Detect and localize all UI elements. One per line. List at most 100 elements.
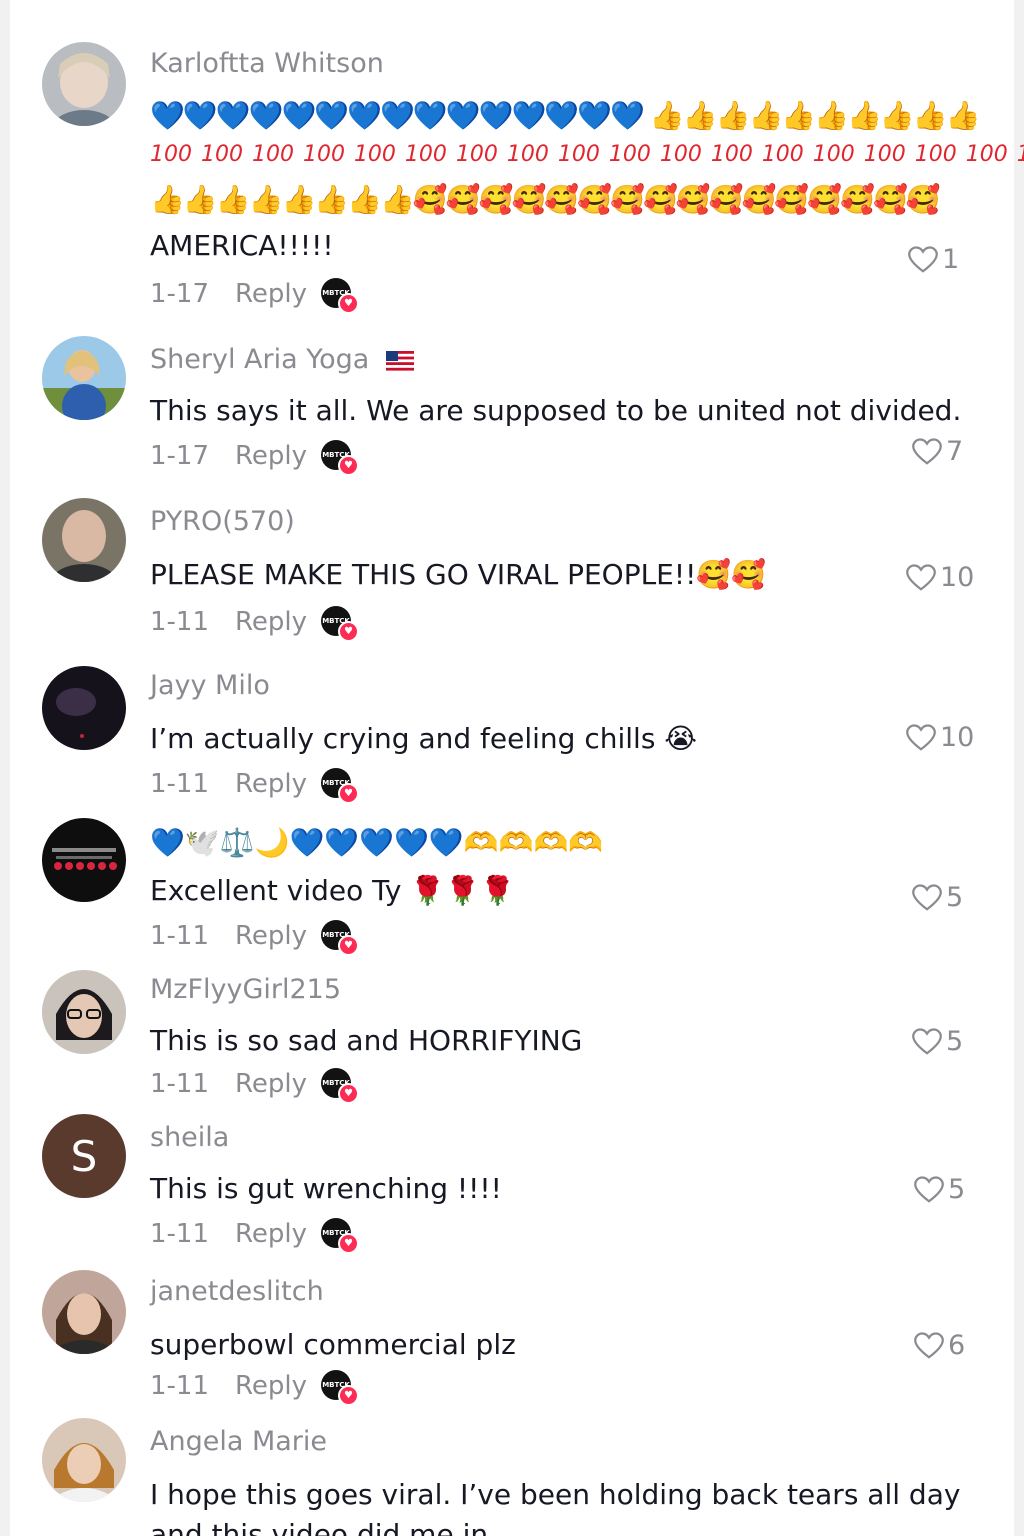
comment-meta: 1-11 Reply MBTCK ♥: [150, 768, 360, 804]
comment-username[interactable]: Jayy Milo: [150, 670, 270, 701]
comment-username[interactable]: Angela Marie: [150, 1426, 327, 1457]
reply-button[interactable]: Reply: [235, 921, 307, 951]
like-count: 5: [948, 1174, 966, 1205]
avatar-woman-photo-icon: [42, 1270, 126, 1354]
reply-button[interactable]: Reply: [235, 769, 307, 799]
avatar[interactable]: [42, 1270, 126, 1354]
like-button[interactable]: 7: [912, 436, 963, 467]
heart-icon: ♥: [338, 455, 360, 476]
comment-meta: 1-17 Reply MBTCK ♥: [150, 278, 360, 314]
avatar[interactable]: [42, 336, 126, 420]
reply-button[interactable]: Reply: [235, 1371, 307, 1401]
comment-username[interactable]: janetdeslitch: [150, 1276, 324, 1307]
comment-meta: 1-11 Reply MBTCK ♥: [150, 606, 360, 642]
heart-icon: ♥: [338, 1233, 360, 1254]
comment-date: 1-17: [150, 279, 210, 309]
like-button[interactable]: 5: [914, 1174, 965, 1205]
avatar-dark-photo-icon: [42, 666, 126, 750]
reply-button[interactable]: Reply: [235, 279, 307, 309]
like-button[interactable]: 5: [912, 1026, 963, 1057]
heart-outline-icon: [906, 563, 936, 591]
like-count: 1: [942, 244, 960, 275]
comment-text: superbowl commercial plz: [150, 1328, 516, 1361]
comment-username[interactable]: 💙🕊️⚖️🌙💙💙💙💙💙🫶🫶🫶🫶: [150, 826, 603, 860]
heart-icon: ♥: [338, 293, 360, 314]
heart-outline-icon: [914, 1331, 944, 1359]
comment-username[interactable]: sheila: [150, 1122, 229, 1153]
reply-button[interactable]: Reply: [235, 1069, 307, 1099]
like-count: 10: [940, 722, 975, 753]
like-count: 10: [940, 562, 975, 593]
creator-liked-badge: MBTCK ♥: [321, 1218, 360, 1254]
comment-text: This is gut wrenching !!!!: [150, 1172, 502, 1205]
like-button[interactable]: 10: [906, 722, 974, 753]
like-button[interactable]: 5: [912, 882, 963, 913]
comment-text: PLEASE MAKE THIS GO VIRAL PEOPLE!!🥰🥰: [150, 558, 767, 591]
creator-liked-badge: MBTCK ♥: [321, 1370, 360, 1406]
heart-icon: ♥: [338, 783, 360, 804]
avatar[interactable]: [42, 818, 126, 902]
comment-meta: 1-11 Reply MBTCK ♥: [150, 1370, 360, 1406]
heart-icon: ♥: [338, 1083, 360, 1104]
comment-text: I’m actually crying and feeling chills 😭: [150, 722, 698, 755]
comment-emoji-line: 👍👍👍👍👍👍👍👍🥰🥰🥰🥰🥰🥰🥰🥰🥰🥰🥰🥰🥰🥰🥰🥰: [150, 183, 941, 216]
heart-icon: ♥: [338, 935, 360, 956]
avatar-man-photo-icon: [42, 498, 126, 582]
comment-date: 1-11: [150, 769, 210, 799]
like-count: 5: [946, 882, 964, 913]
comment-date: 1-11: [150, 1069, 210, 1099]
creator-liked-badge: MBTCK ♥: [321, 606, 360, 642]
heart-outline-icon: [912, 883, 942, 911]
heart-outline-icon: [912, 437, 942, 465]
left-edge: [0, 0, 10, 1536]
reply-button[interactable]: Reply: [235, 441, 307, 471]
heart-icon: ♥: [338, 621, 360, 642]
creator-liked-badge: MBTCK ♥: [321, 768, 360, 804]
comment-text: This says it all. We are supposed to be …: [150, 394, 962, 427]
reply-button[interactable]: Reply: [235, 1219, 307, 1249]
heart-outline-icon: [908, 245, 938, 273]
avatar[interactable]: [42, 42, 126, 126]
comments-screen: Karloftta Whitson 💙💙💙💙💙💙💙💙💙💙💙💙💙💙💙 👍👍👍👍👍👍…: [0, 0, 1024, 1536]
like-count: 7: [946, 436, 964, 467]
comment-text: This is so sad and HORRIFYING: [150, 1024, 583, 1057]
heart-outline-icon: [912, 1027, 942, 1055]
creator-liked-badge: MBTCK ♥: [321, 440, 360, 476]
creator-liked-badge: MBTCK ♥: [321, 1068, 360, 1104]
reply-button[interactable]: Reply: [235, 607, 307, 637]
creator-liked-badge: MBTCK ♥: [321, 278, 360, 314]
comment-text-continued: and this video did me in: [150, 1518, 489, 1536]
avatar[interactable]: [42, 1418, 126, 1502]
comment-text: Excellent video Ty 🌹🌹🌹: [150, 874, 515, 907]
like-button[interactable]: 1: [908, 244, 959, 275]
avatar-woman-photo-icon: [42, 1418, 126, 1502]
comment-username[interactable]: PYRO(570): [150, 506, 295, 537]
avatar-woman-photo-icon: [42, 336, 126, 420]
username-text: Sheryl Aria Yoga: [150, 344, 370, 375]
comment-date: 1-11: [150, 921, 210, 951]
comment-date: 1-11: [150, 607, 210, 637]
comment-text: AMERICA!!!!!: [150, 229, 334, 262]
comment-meta: 1-17 Reply MBTCK ♥: [150, 440, 360, 476]
heart-outline-icon: [914, 1175, 944, 1203]
comment-date: 1-11: [150, 1219, 210, 1249]
comment-date: 1-17: [150, 441, 210, 471]
comment-meta: 1-11 Reply MBTCK ♥: [150, 1218, 360, 1254]
like-button[interactable]: 6: [914, 1330, 965, 1361]
avatar[interactable]: [42, 970, 126, 1054]
us-flag-icon: [385, 350, 414, 371]
avatar[interactable]: [42, 498, 126, 582]
comment-emoji-line: 💙💙💙💙💙💙💙💙💙💙💙💙💙💙💙 👍👍👍👍👍👍👍👍👍👍: [150, 99, 980, 132]
comment-emoji-line: 100 100 100 100 100 100 100 100 100 100 …: [150, 142, 1024, 167]
avatar[interactable]: S: [42, 1114, 126, 1198]
like-button[interactable]: 10: [906, 562, 974, 593]
heart-outline-icon: [906, 723, 936, 751]
avatar[interactable]: [42, 666, 126, 750]
comment-date: 1-11: [150, 1371, 210, 1401]
right-edge: [1014, 0, 1024, 1536]
comment-meta: 1-11 Reply MBTCK ♥: [150, 920, 360, 956]
creator-liked-badge: MBTCK ♥: [321, 920, 360, 956]
comment-username[interactable]: MzFlyyGirl215: [150, 974, 341, 1005]
comment-username[interactable]: Sheryl Aria Yoga: [150, 344, 414, 375]
comment-username[interactable]: Karloftta Whitson: [150, 48, 384, 79]
